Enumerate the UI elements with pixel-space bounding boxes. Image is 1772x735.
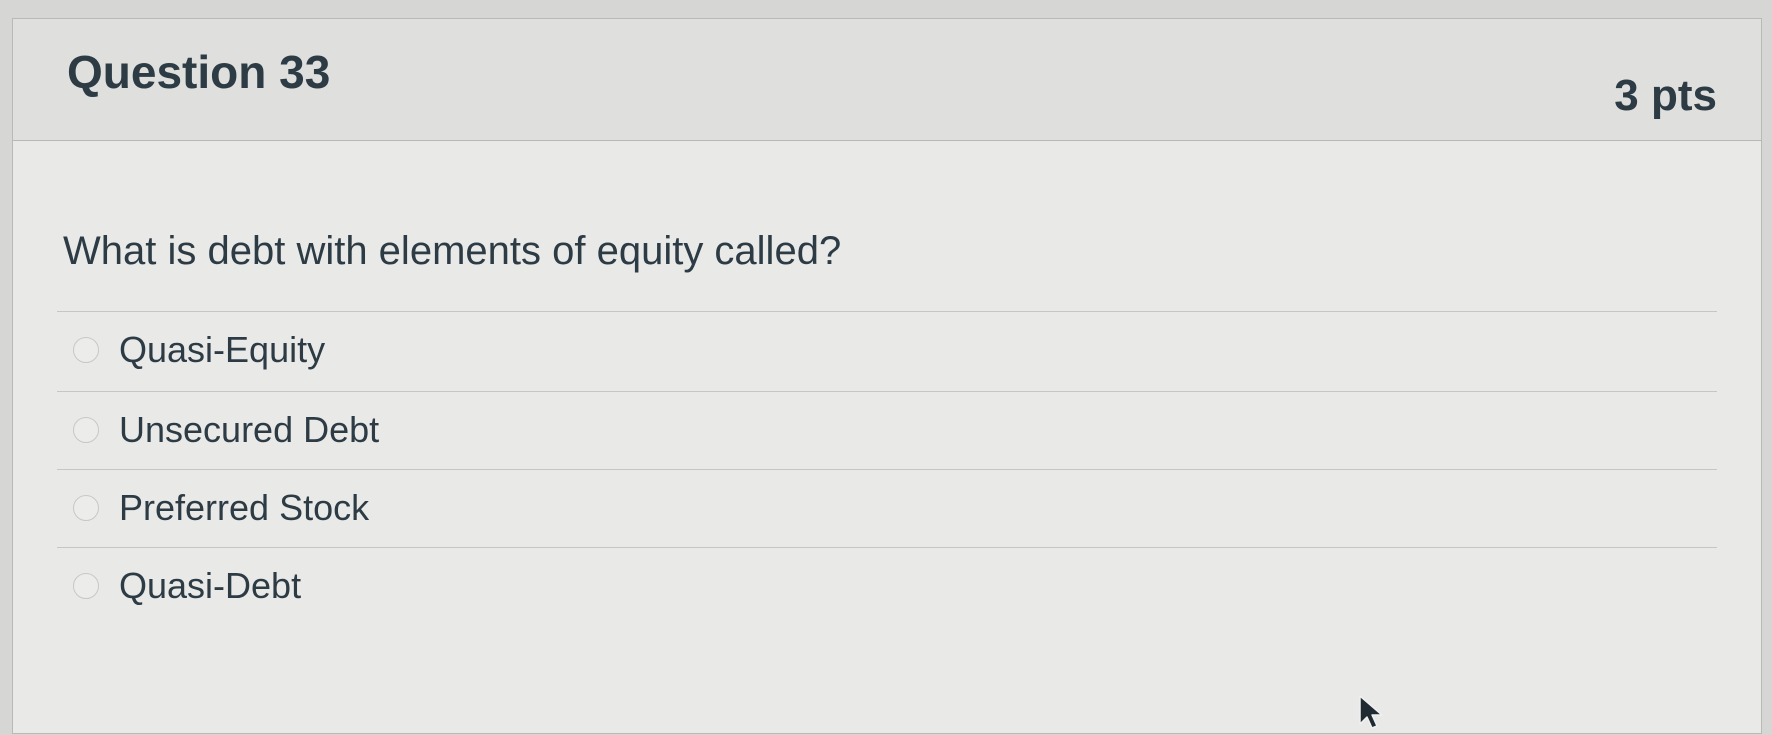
mouse-pointer-icon bbox=[1359, 695, 1383, 729]
question-text: What is debt with elements of equity cal… bbox=[63, 229, 842, 273]
answer-label: Quasi-Debt bbox=[119, 565, 302, 606]
radio-button-icon[interactable] bbox=[73, 495, 99, 521]
question-title: Question 33 bbox=[67, 46, 331, 98]
answer-option-quasi-debt[interactable]: Quasi-Debt bbox=[57, 547, 1717, 625]
answer-label: Quasi-Equity bbox=[119, 329, 326, 370]
answer-option-preferred-stock[interactable]: Preferred Stock bbox=[57, 469, 1717, 547]
question-body: What is debt with elements of equity cal… bbox=[13, 141, 1761, 735]
question-points: 3 pts bbox=[1614, 71, 1717, 120]
question-header: Question 33 3 pts bbox=[13, 19, 1761, 141]
radio-button-icon[interactable] bbox=[73, 573, 99, 599]
answer-label: Unsecured Debt bbox=[119, 409, 380, 450]
answer-label: Preferred Stock bbox=[119, 487, 370, 528]
question-card: Question 33 3 pts What is debt with elem… bbox=[12, 18, 1762, 734]
radio-button-icon[interactable] bbox=[73, 417, 99, 443]
answer-option-quasi-equity[interactable]: Quasi-Equity bbox=[57, 311, 1717, 389]
radio-button-icon[interactable] bbox=[73, 337, 99, 363]
answer-option-unsecured-debt[interactable]: Unsecured Debt bbox=[57, 391, 1717, 469]
